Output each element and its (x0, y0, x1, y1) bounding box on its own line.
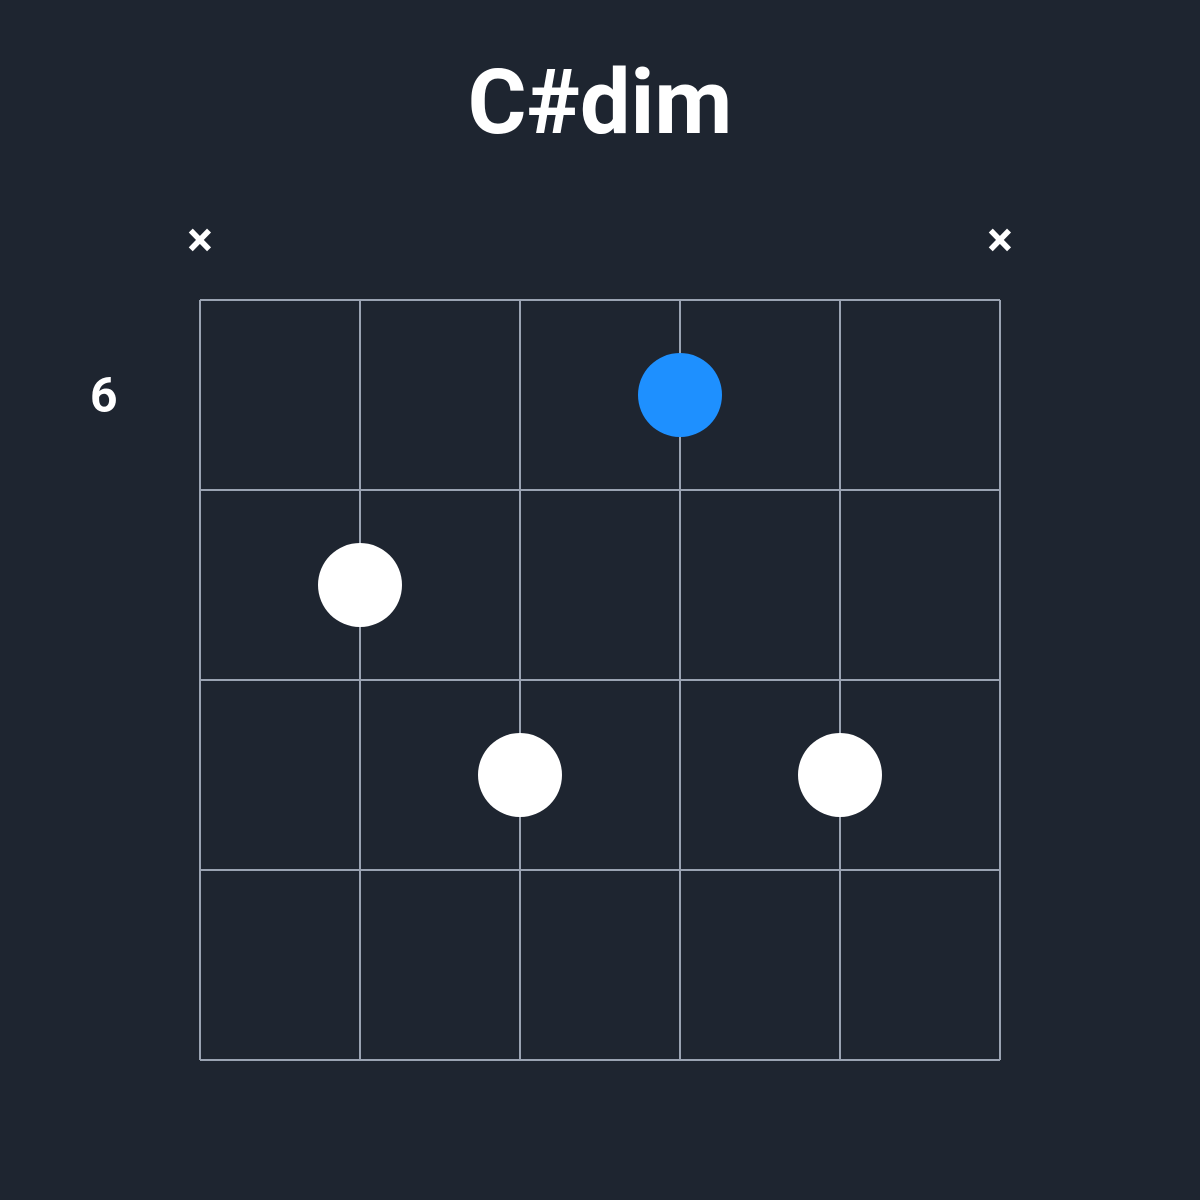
starting-fret-label: 6 (90, 367, 118, 424)
finger-dot (798, 733, 882, 817)
chord-diagram: 6 × × (0, 0, 1200, 1200)
finger-dot (478, 733, 562, 817)
finger-dot (318, 543, 402, 627)
root-note-dot (638, 353, 722, 437)
fretboard-grid (0, 0, 1200, 1200)
mute-string-icon: × (187, 216, 212, 264)
mute-string-icon: × (987, 216, 1012, 264)
